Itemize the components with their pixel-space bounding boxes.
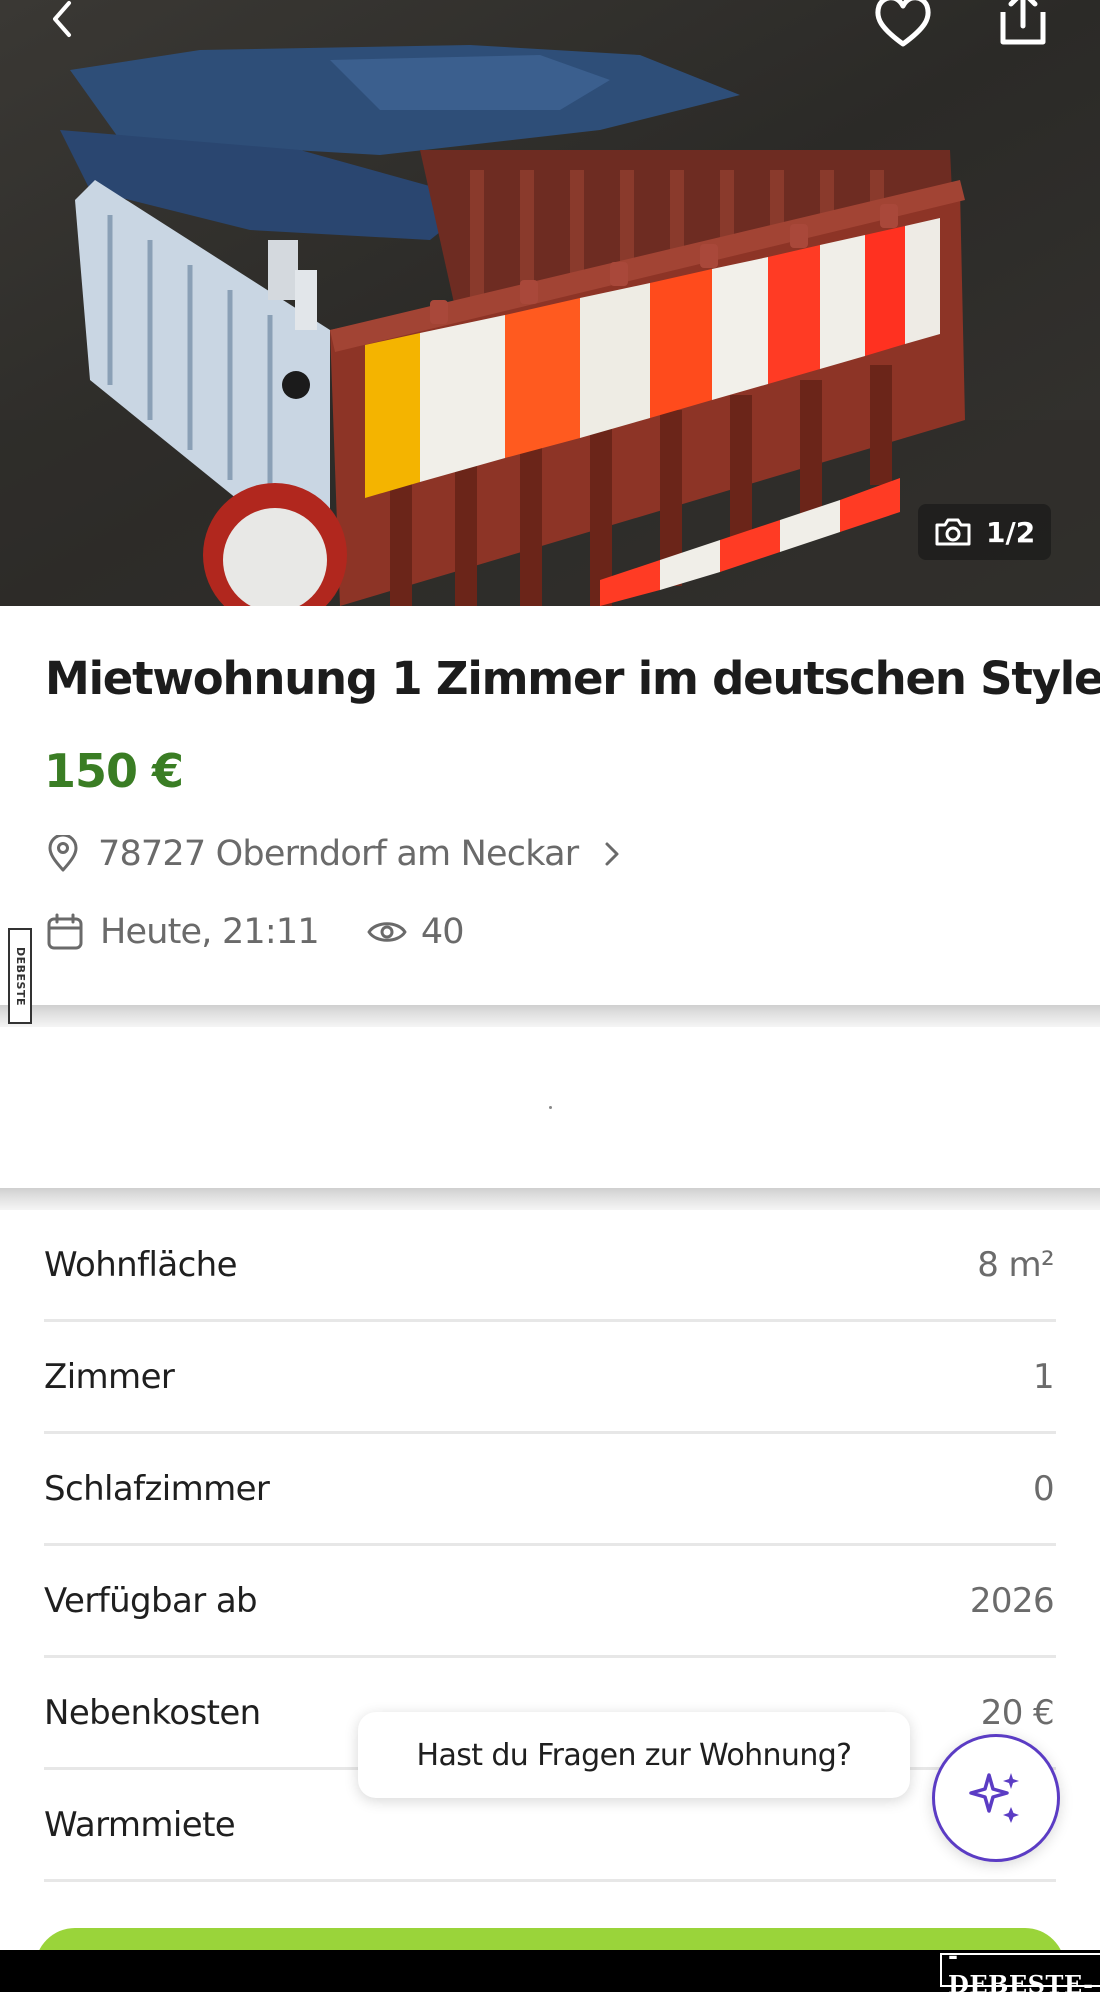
side-watermark-text: DEBESTE xyxy=(13,946,27,1006)
heart-icon xyxy=(875,0,931,47)
sparkle-icon xyxy=(969,1773,1019,1823)
view-count-text: 40 xyxy=(420,912,465,952)
share-icon xyxy=(1000,0,1046,45)
attribute-row: Verfügbar ab 2026 xyxy=(44,1546,1056,1658)
attribute-label: Schlafzimmer xyxy=(44,1468,270,1509)
attribute-value: 20 € xyxy=(980,1692,1055,1733)
chat-prompt-bubble[interactable]: Hast du Fragen zur Wohnung? xyxy=(358,1712,910,1798)
section-divider xyxy=(0,1188,1100,1210)
listing-price: 150 € xyxy=(44,744,184,798)
loading-dot xyxy=(549,1106,552,1109)
attribute-value: 2026 xyxy=(969,1580,1055,1621)
attribute-label: Zimmer xyxy=(44,1356,175,1397)
ai-assistant-button[interactable] xyxy=(932,1734,1060,1862)
chevron-right-icon xyxy=(605,842,619,866)
photo-counter-text: 1/2 xyxy=(986,515,1036,549)
back-button[interactable] xyxy=(38,0,88,44)
attribute-value: 0 xyxy=(1032,1468,1055,1509)
watermark-bar xyxy=(0,1950,1100,1992)
view-count: 40 xyxy=(367,912,465,952)
attribute-row: Schlafzimmer 0 xyxy=(44,1434,1056,1546)
listing-title: Mietwohnung 1 Zimmer im deutschen Style xyxy=(45,652,1100,705)
camera-icon xyxy=(935,518,971,546)
location-text: 78727 Oberndorf am Neckar xyxy=(98,834,579,874)
eye-icon xyxy=(367,922,407,942)
attribute-label: Verfügbar ab xyxy=(44,1580,258,1621)
attribute-row: Wohnfläche 8 m² xyxy=(44,1210,1056,1322)
attribute-row: Zimmer 1 xyxy=(44,1322,1056,1434)
attribute-value: 1 xyxy=(1032,1356,1055,1397)
attribute-value: 8 m² xyxy=(977,1244,1054,1285)
watermark-logo: -DEBESTE- xyxy=(940,1941,1100,1992)
favorite-button[interactable] xyxy=(868,0,938,50)
attribute-label: Wohnfläche xyxy=(44,1244,238,1285)
attribute-label: Warmmiete xyxy=(44,1804,236,1845)
listing-photo[interactable]: 1/2 xyxy=(0,0,1100,606)
attribute-label: Nebenkosten xyxy=(44,1692,261,1733)
back-arrow-icon xyxy=(53,1,71,37)
photo-counter[interactable]: 1/2 xyxy=(918,504,1052,560)
posted-date-text: Heute, 21:11 xyxy=(100,912,320,952)
calendar-icon xyxy=(47,913,83,950)
location-pin-icon xyxy=(48,835,78,872)
side-watermark: DEBESTE xyxy=(8,928,32,1024)
listing-meta: Heute, 21:11 40 xyxy=(46,912,465,952)
section-divider xyxy=(0,1005,1100,1027)
posted-date: Heute, 21:11 xyxy=(46,912,320,952)
share-button[interactable] xyxy=(990,0,1056,48)
location-link[interactable]: 78727 Oberndorf am Neckar xyxy=(46,834,622,874)
